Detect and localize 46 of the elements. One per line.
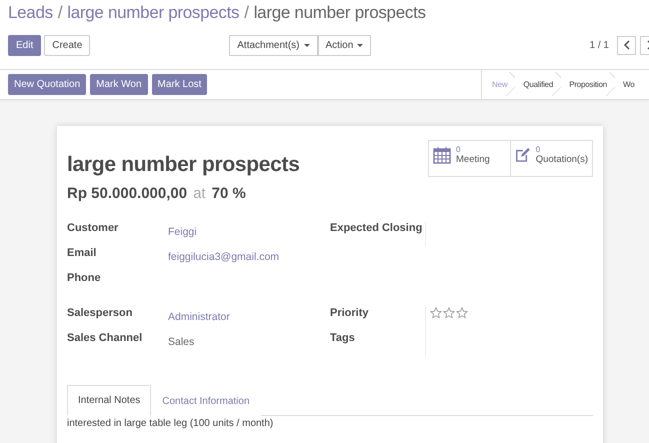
stat-button[interactable]: 0 Meeting	[428, 140, 511, 177]
stat-button[interactable]: 0 Quotation(s)	[510, 140, 593, 177]
create-button[interactable]: Create	[44, 34, 90, 56]
chevron-left-icon	[622, 40, 630, 50]
dropdown-button[interactable]: Action	[318, 34, 372, 56]
field-link[interactable]: Feiggi	[168, 226, 197, 238]
breadcrumb-separator: /	[244, 3, 249, 23]
dropdown-button[interactable]: Attachment(s)	[229, 34, 318, 56]
caret-icon	[304, 44, 310, 46]
stat-label: Quotation(s)	[536, 154, 588, 165]
stat-count: 0	[456, 146, 462, 154]
field-label: Customer	[67, 222, 120, 234]
breadcrumb-link[interactable]: Leads	[8, 3, 53, 23]
star-icon	[430, 307, 442, 319]
field-link[interactable]: Administrator	[168, 311, 230, 323]
breadcrumb-current: large number prospects	[254, 3, 426, 23]
tab[interactable]: Internal Notes	[67, 385, 152, 416]
notes-text: interested in large table leg (100 units / month)	[67, 418, 274, 429]
header-button[interactable]: New Quotation	[8, 74, 86, 95]
stat-label: Meeting	[456, 154, 490, 165]
edit-button[interactable]: Edit	[8, 34, 42, 56]
field-label: Tags	[330, 332, 356, 344]
field-value: Sales	[168, 336, 194, 348]
breadcrumb-link[interactable]: large number prospects	[67, 3, 240, 23]
header-button[interactable]: Mark Lost	[152, 74, 208, 95]
field-label: Expected Closing	[330, 222, 424, 234]
field-label: Priority	[330, 307, 370, 319]
star-icon	[456, 307, 468, 319]
star-icon	[443, 307, 455, 319]
field-link[interactable]: feiggilucia3@gmail.com	[168, 251, 280, 263]
expected-revenue: Rp 50.000.000,00	[67, 185, 188, 202]
breadcrumb-separator: /	[58, 3, 62, 23]
stat-count: 0	[536, 146, 542, 154]
edit-icon	[515, 146, 531, 164]
field-label: Sales Channel	[67, 332, 144, 344]
at-label: at	[193, 185, 206, 202]
header-button[interactable]: Mark Won	[90, 74, 148, 95]
pager-counter: 1 / 1	[590, 40, 609, 50]
caret-icon	[357, 44, 364, 46]
field-label: Salesperson	[67, 307, 134, 319]
calendar-icon	[433, 146, 451, 164]
probability: 70 %	[212, 185, 246, 202]
field-label: Phone	[67, 272, 102, 284]
record-title: large number prospects	[67, 153, 300, 177]
field-label: Email	[67, 247, 98, 259]
previous-button[interactable]	[617, 36, 636, 54]
